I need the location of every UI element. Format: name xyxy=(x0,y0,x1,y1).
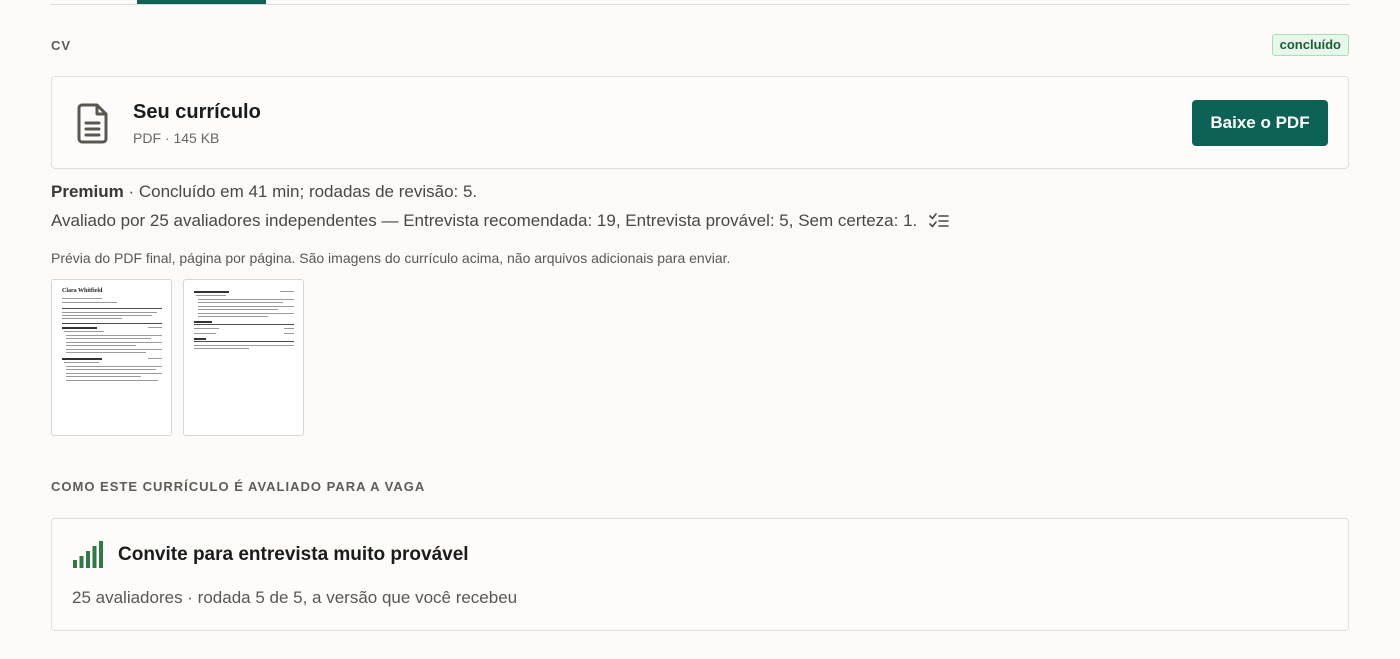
file-meta: PDF · 145 KB xyxy=(133,130,220,146)
file-title: Seu currículo xyxy=(133,101,261,123)
pdf-page-thumbnail-1[interactable]: Clara Whitfield xyxy=(51,279,172,436)
assessment-section-label: COMO ESTE CURRÍCULO É AVALIADO PARA A VA… xyxy=(51,479,426,494)
resume-file-card: Seu currículo PDF · 145 KB Baixe o PDF xyxy=(51,76,1349,169)
active-tab-indicator xyxy=(137,0,266,4)
pdf-page-thumbnail-2[interactable] xyxy=(183,279,304,436)
assessment-card: Convite para entrevista muito provável 2… xyxy=(51,518,1349,631)
plan-tier: Premium xyxy=(51,182,124,201)
cv-section-label: CV xyxy=(51,38,72,53)
download-pdf-button[interactable]: Baixe o PDF xyxy=(1192,100,1328,146)
evaluation-summary: Avaliado por 25 avaliadores independente… xyxy=(51,211,950,231)
preview-caption: Prévia do PDF final, página por página. … xyxy=(51,250,731,266)
signal-bars-icon xyxy=(73,541,103,568)
evaluation-text: Avaliado por 25 avaliadores independente… xyxy=(51,211,918,230)
checklist-icon[interactable] xyxy=(929,212,950,230)
assessment-meta: 25 avaliadores · rodada 5 de 5, a versão… xyxy=(72,588,518,607)
document-icon xyxy=(77,103,108,144)
status-badge: concluído xyxy=(1271,34,1349,56)
tab-bar xyxy=(51,0,1349,5)
thumbnail-name: Clara Whitfield xyxy=(62,288,103,294)
summary-details: · Concluído em 41 min; rodadas de revisã… xyxy=(123,182,478,201)
assessment-title: Convite para entrevista muito provável xyxy=(118,544,469,565)
summary-line: Premium · Concluído em 41 min; rodadas d… xyxy=(51,182,477,202)
